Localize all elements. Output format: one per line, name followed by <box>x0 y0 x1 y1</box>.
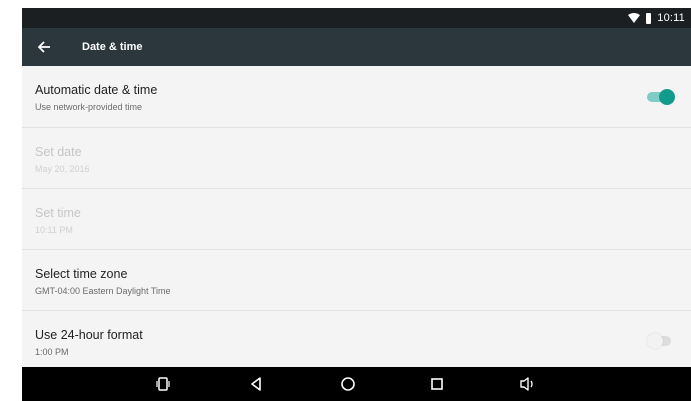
volume-button[interactable] <box>518 374 538 394</box>
volume-icon <box>520 377 533 391</box>
home-button[interactable] <box>338 374 358 394</box>
setting-summary: 10:11 PM <box>35 225 73 235</box>
setting-set-date: Set date May 20, 2016 <box>22 128 691 189</box>
setting-title: Automatic date & time <box>35 83 158 97</box>
setting-title: Set date <box>35 145 82 159</box>
switch-thumb <box>659 89 675 105</box>
setting-title: Use 24-hour format <box>35 328 143 342</box>
wifi-icon <box>628 13 641 23</box>
setting-title: Set time <box>35 206 81 220</box>
setting-summary: 1:00 PM <box>35 347 69 357</box>
arrow-back-icon <box>37 41 50 53</box>
settings-list: Automatic date & time Use network-provid… <box>22 66 691 372</box>
rotate-button[interactable] <box>153 374 173 394</box>
automatic-date-time-switch[interactable] <box>645 87 675 107</box>
setting-title: Select time zone <box>35 267 128 281</box>
setting-summary: May 20, 2016 <box>35 164 90 174</box>
back-button[interactable] <box>32 35 56 59</box>
status-time: 10:11 <box>657 12 685 24</box>
status-bar: 10:11 <box>22 8 691 28</box>
navigation-bar <box>22 367 691 401</box>
use-24-hour-format-switch[interactable] <box>645 331 675 351</box>
setting-set-time: Set time 10:11 PM <box>22 189 691 250</box>
recents-button[interactable] <box>427 374 447 394</box>
back-triangle-icon <box>251 377 261 391</box>
home-circle-icon <box>341 377 355 391</box>
battery-icon <box>646 12 652 24</box>
recents-square-icon <box>431 378 443 390</box>
setting-summary: GMT-04:00 Eastern Daylight Time <box>35 286 171 296</box>
back-nav-button[interactable] <box>246 374 266 394</box>
switch-thumb <box>647 333 663 349</box>
status-icons: 10:11 <box>628 8 685 28</box>
setting-automatic-date-time[interactable]: Automatic date & time Use network-provid… <box>22 66 691 128</box>
app-toolbar: Date & time <box>22 28 691 66</box>
setting-use-24-hour-format[interactable]: Use 24-hour format 1:00 PM <box>22 311 691 372</box>
rotate-icon <box>156 377 170 391</box>
page-title: Date & time <box>82 41 143 53</box>
setting-select-time-zone[interactable]: Select time zone GMT-04:00 Eastern Dayli… <box>22 250 691 311</box>
setting-summary: Use network-provided time <box>35 102 143 112</box>
screen: 10:11 Date & time Automatic date & time … <box>22 8 691 401</box>
